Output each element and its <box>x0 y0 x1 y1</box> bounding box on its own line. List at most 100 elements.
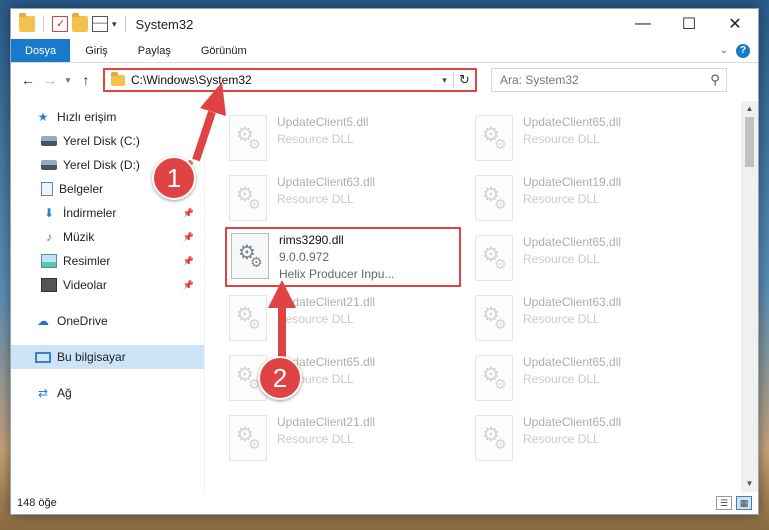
dll-file-icon <box>229 175 267 221</box>
address-bar[interactable]: C:\Windows\System32 ▾ ↻ <box>103 68 477 92</box>
address-path[interactable]: C:\Windows\System32 <box>131 73 435 87</box>
details-view-icon[interactable]: ☰ <box>716 496 732 510</box>
file-description: Resource DLL <box>523 432 600 446</box>
file-tile[interactable]: UpdateClient21.dll Resource DLL <box>225 409 471 469</box>
file-info: UpdateClient65.dll Resource DLL <box>523 355 621 387</box>
file-detail: Helix Producer Inpu... <box>279 267 395 281</box>
file-info: UpdateClient19.dll Resource DLL <box>523 175 621 207</box>
explorer-window: ▾ System32 — ☐ ✕ Dosya Giriş Paylaş Görü… <box>10 8 759 515</box>
file-tile-highlighted[interactable]: rims3290.dll 9.0.0.972 Helix Producer Inpu… <box>225 227 461 287</box>
pin-icon: 📌 <box>182 279 194 290</box>
file-tile[interactable]: UpdateClient5.dll Resource DLL <box>225 109 471 169</box>
computer-icon <box>35 351 51 363</box>
file-tile[interactable]: UpdateClient65.dll Resource DLL <box>471 109 717 169</box>
scrollbar-thumb[interactable] <box>745 117 754 167</box>
file-description: Resource DLL <box>523 192 600 206</box>
sidebar-item-quick-access[interactable]: ★ Hızlı erişim <box>11 105 204 129</box>
divider <box>124 16 126 32</box>
scroll-up-icon[interactable]: ▲ <box>741 101 758 117</box>
tab-home[interactable]: Giriş <box>70 39 123 62</box>
refresh-icon[interactable]: ↻ <box>453 72 475 88</box>
file-description: Resource DLL <box>523 252 600 266</box>
content-area: ★ Hızlı erişim Yerel Disk (C:) Yerel Dis… <box>11 101 758 492</box>
step-badge-2: 2 <box>258 356 302 400</box>
ribbon-controls: ⌄ ? <box>720 39 758 62</box>
maximize-button[interactable]: ☐ <box>666 9 712 39</box>
dll-file-icon <box>475 415 513 461</box>
new-folder-icon[interactable] <box>72 13 88 32</box>
tab-file[interactable]: Dosya <box>11 39 71 62</box>
sidebar-item-label: Müzik <box>63 230 95 244</box>
sidebar-item-label: Yerel Disk (D:) <box>63 158 140 172</box>
tab-share[interactable]: Paylaş <box>123 39 186 62</box>
folder-icon <box>111 71 125 86</box>
sidebar-item-disk-c[interactable]: Yerel Disk (C:) <box>11 129 204 153</box>
sidebar-item-music[interactable]: ♪ Müzik 📌 <box>11 225 204 249</box>
search-input[interactable]: Ara: System32 <box>500 73 704 87</box>
sidebar-item-label: Bu bilgisayar <box>57 350 126 364</box>
sidebar-item-pictures[interactable]: Resimler 📌 <box>11 249 204 273</box>
dll-file-icon <box>229 415 267 461</box>
drive-icon <box>41 160 57 170</box>
music-icon: ♪ <box>46 230 52 244</box>
sidebar-item-network[interactable]: ⇄ Ağ <box>11 381 204 405</box>
file-info: UpdateClient21.dll Resource DLL <box>277 295 375 327</box>
file-info: UpdateClient21.dll Resource DLL <box>277 415 375 447</box>
properties-icon[interactable] <box>52 16 68 32</box>
dll-file-icon <box>229 115 267 161</box>
back-button[interactable]: ← <box>17 72 39 88</box>
up-button[interactable]: ↑ <box>75 72 97 88</box>
dll-file-icon <box>475 295 513 341</box>
minimize-button[interactable]: — <box>620 9 666 39</box>
file-tile[interactable]: UpdateClient65.dll Resource DLL <box>471 349 717 409</box>
file-tile[interactable]: UpdateClient63.dll Resource DLL <box>471 289 717 349</box>
file-tile[interactable]: UpdateClient63.dll Resource DLL <box>225 169 471 229</box>
file-tile[interactable]: UpdateClient65.dll Resource DLL <box>471 409 717 469</box>
recent-locations-button[interactable]: ▾ <box>61 75 75 86</box>
close-button[interactable]: ✕ <box>712 9 758 39</box>
sidebar-item-this-pc[interactable]: Bu bilgisayar <box>11 345 204 369</box>
search-icon[interactable]: ⚲ <box>704 72 726 88</box>
file-info: UpdateClient65.dll Resource DLL <box>523 115 621 147</box>
file-tile[interactable]: UpdateClient21.dll Resource DLL <box>225 289 471 349</box>
file-tile[interactable]: UpdateClient65.dll Resource DLL <box>471 229 717 289</box>
dll-file-icon <box>475 115 513 161</box>
large-icons-view-icon[interactable]: ▦ <box>736 496 752 510</box>
file-info: UpdateClient5.dll Resource DLL <box>277 115 368 147</box>
file-name: UpdateClient21.dll <box>277 295 376 309</box>
forward-button[interactable]: → <box>39 72 61 88</box>
customize-toolbar-icon[interactable]: ▾ <box>112 19 117 30</box>
file-description: Resource DLL <box>523 312 600 326</box>
file-name: UpdateClient19.dll <box>523 175 622 189</box>
file-name: UpdateClient65.dll <box>523 355 622 369</box>
file-description: Resource DLL <box>277 312 354 326</box>
file-info: rims3290.dll 9.0.0.972 Helix Producer Inpu… <box>279 233 394 282</box>
scroll-down-icon[interactable]: ▼ <box>741 476 758 492</box>
vertical-scrollbar[interactable]: ▲ ▼ <box>741 101 758 492</box>
videos-icon <box>41 278 57 292</box>
divider <box>43 16 44 32</box>
help-icon[interactable]: ? <box>736 43 750 58</box>
file-name: UpdateClient63.dll <box>523 295 622 309</box>
step-badge-1: 1 <box>152 156 196 200</box>
dll-file-icon <box>475 175 513 221</box>
view-icon[interactable] <box>92 16 108 32</box>
downloads-icon: ⬇ <box>43 206 55 220</box>
sidebar-item-downloads[interactable]: ⬇ İndirmeler 📌 <box>11 201 204 225</box>
view-switcher: ☰ ▦ <box>716 496 758 510</box>
sidebar-item-label: Resimler <box>63 254 111 268</box>
tab-view[interactable]: Görünüm <box>186 39 262 62</box>
file-view: UpdateClient5.dllResource DLL UpdateClien… <box>205 101 758 492</box>
sidebar-item-videos[interactable]: Videolar 📌 <box>11 273 204 297</box>
chevron-down-icon[interactable]: ▾ <box>435 74 453 86</box>
sidebar-item-onedrive[interactable]: ☁ OneDrive <box>11 309 204 333</box>
file-description: Resource DLL <box>277 192 354 206</box>
cloud-icon: ☁ <box>37 314 49 328</box>
search-box[interactable]: Ara: System32 ⚲ <box>491 68 727 92</box>
file-tile[interactable]: UpdateClient19.dll Resource DLL <box>471 169 717 229</box>
expand-ribbon-icon[interactable]: ⌄ <box>720 45 728 56</box>
navigation-bar: ← → ▾ ↑ C:\Windows\System32 ▾ ↻ Ara: Sys… <box>11 63 758 97</box>
pin-icon: 📌 <box>182 231 194 242</box>
file-info: UpdateClient65.dll Resource DLL <box>523 235 621 267</box>
